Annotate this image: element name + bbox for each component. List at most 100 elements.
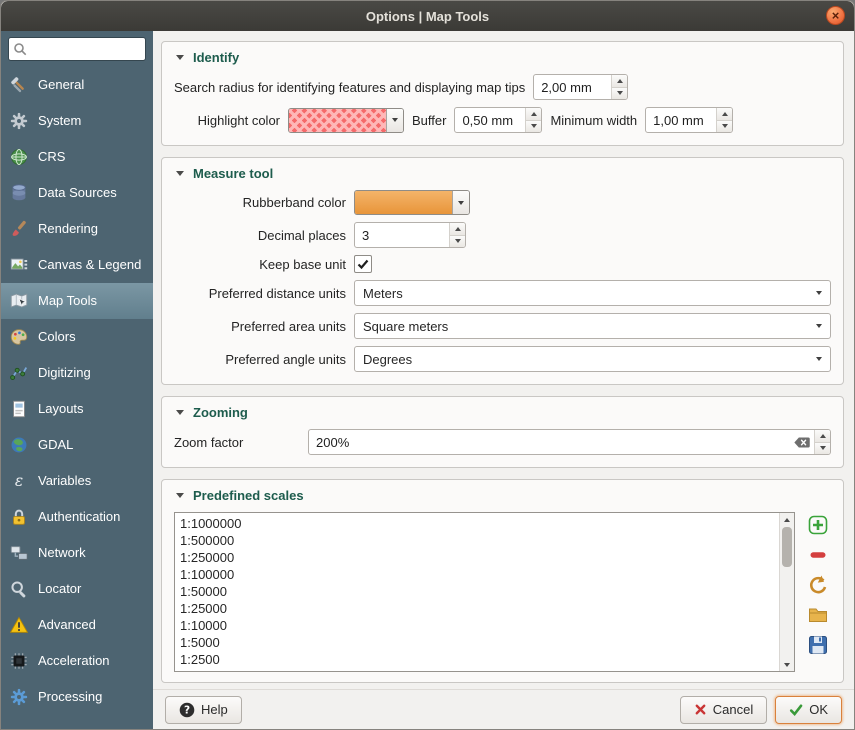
sidebar-item-processing[interactable]: Processing bbox=[1, 679, 153, 715]
svg-text:?: ? bbox=[184, 704, 190, 716]
decimal-places-input[interactable] bbox=[355, 228, 449, 243]
preferred-angle-units-combo[interactable]: Degrees bbox=[354, 346, 831, 372]
tools-icon bbox=[7, 73, 31, 97]
spin-arrows[interactable] bbox=[716, 108, 732, 132]
scale-list-item[interactable]: 1:1000 bbox=[180, 668, 779, 671]
sidebar-item-locator[interactable]: Locator bbox=[1, 571, 153, 607]
epsilon-icon: ε bbox=[7, 469, 31, 493]
preferred-distance-units-label: Preferred distance units bbox=[174, 286, 346, 301]
scale-list-item[interactable]: 1:25000 bbox=[180, 600, 779, 617]
minimum-width-label: Minimum width bbox=[550, 113, 637, 128]
scale-list-item[interactable]: 1:100000 bbox=[180, 566, 779, 583]
scrollbar-thumb[interactable] bbox=[782, 527, 792, 567]
sidebar-item-rendering[interactable]: Rendering bbox=[1, 211, 153, 247]
scales-list: 1:1000000 1:500000 1:250000 1:100000 1:5… bbox=[174, 512, 795, 672]
remove-scale-button[interactable] bbox=[805, 542, 831, 568]
rubberband-color-swatch bbox=[355, 191, 452, 214]
sidebar-item-general[interactable]: General bbox=[1, 67, 153, 103]
scale-list-item[interactable]: 1:2500 bbox=[180, 651, 779, 668]
cancel-button[interactable]: Cancel bbox=[680, 696, 767, 724]
lock-icon bbox=[7, 505, 31, 529]
scale-list-item[interactable]: 1:5000 bbox=[180, 634, 779, 651]
sidebar-item-acceleration[interactable]: Acceleration bbox=[1, 643, 153, 679]
sidebar-item-data-sources[interactable]: Data Sources bbox=[1, 175, 153, 211]
export-scales-button[interactable] bbox=[805, 632, 831, 658]
database-icon bbox=[7, 181, 31, 205]
sidebar-item-colors[interactable]: Colors bbox=[1, 319, 153, 355]
sidebar-item-system[interactable]: System bbox=[1, 103, 153, 139]
measure-group-header[interactable]: Measure tool bbox=[176, 166, 831, 181]
zoom-factor-spinbox[interactable] bbox=[308, 429, 831, 455]
scale-list-item[interactable]: 1:1000000 bbox=[180, 515, 779, 532]
sidebar-item-label: Data Sources bbox=[38, 186, 117, 200]
sidebar-item-network[interactable]: Network bbox=[1, 535, 153, 571]
sidebar-item-label: Variables bbox=[38, 474, 91, 488]
add-scale-button[interactable] bbox=[805, 512, 831, 538]
map-tools-panel: Identify Search radius for identifying f… bbox=[153, 31, 854, 689]
sidebar-item-label: CRS bbox=[38, 150, 65, 164]
buffer-input[interactable] bbox=[455, 113, 525, 128]
scale-list-item[interactable]: 1:500000 bbox=[180, 532, 779, 549]
decimal-places-spinbox[interactable] bbox=[354, 222, 466, 248]
scale-list-item[interactable]: 1:250000 bbox=[180, 549, 779, 566]
reset-scales-button[interactable] bbox=[805, 572, 831, 598]
minimum-width-input[interactable] bbox=[646, 113, 716, 128]
search-input[interactable] bbox=[30, 42, 141, 56]
zoom-factor-input[interactable] bbox=[309, 435, 790, 450]
color-dropdown-icon[interactable] bbox=[452, 191, 469, 214]
preferred-area-units-combo[interactable]: Square meters bbox=[354, 313, 831, 339]
highlight-color-label: Highlight color bbox=[174, 113, 280, 128]
group-title: Measure tool bbox=[193, 166, 273, 181]
minus-icon bbox=[807, 544, 829, 566]
scale-list-item[interactable]: 1:50000 bbox=[180, 583, 779, 600]
close-icon[interactable]: × bbox=[826, 6, 845, 25]
chevron-down-icon bbox=[816, 324, 822, 328]
import-scales-button[interactable] bbox=[805, 602, 831, 628]
scale-list-item[interactable]: 1:10000 bbox=[180, 617, 779, 634]
ok-button[interactable]: OK bbox=[775, 696, 842, 724]
clear-field-icon[interactable] bbox=[790, 430, 814, 454]
scrollbar[interactable] bbox=[779, 513, 794, 671]
sidebar-item-variables[interactable]: ε Variables bbox=[1, 463, 153, 499]
keep-base-unit-checkbox[interactable] bbox=[354, 255, 372, 273]
spin-arrows[interactable] bbox=[814, 430, 830, 454]
sidebar-item-crs[interactable]: CRS bbox=[1, 139, 153, 175]
spin-up-icon bbox=[722, 112, 728, 116]
sidebar-item-canvas-legend[interactable]: Canvas & Legend bbox=[1, 247, 153, 283]
combo-value: Meters bbox=[363, 286, 403, 301]
scroll-down-icon[interactable] bbox=[780, 658, 794, 671]
color-dropdown-icon[interactable] bbox=[386, 109, 403, 132]
highlight-color-button[interactable] bbox=[288, 108, 404, 133]
group-title: Zooming bbox=[193, 405, 248, 420]
spin-down-icon bbox=[531, 124, 537, 128]
rubberband-color-button[interactable] bbox=[354, 190, 470, 215]
sidebar-search[interactable] bbox=[8, 37, 146, 61]
sidebar-item-map-tools[interactable]: Map Tools bbox=[1, 283, 153, 319]
buffer-spinbox[interactable] bbox=[454, 107, 542, 133]
search-radius-spinbox[interactable] bbox=[533, 74, 628, 100]
globe-crs-icon bbox=[7, 145, 31, 169]
help-button[interactable]: ? Help bbox=[165, 696, 242, 724]
identify-group-header[interactable]: Identify bbox=[176, 50, 831, 65]
sidebar-item-layouts[interactable]: Layouts bbox=[1, 391, 153, 427]
spin-arrows[interactable] bbox=[449, 223, 465, 247]
scrollbar-track[interactable] bbox=[780, 526, 794, 658]
undo-arrow-icon bbox=[807, 574, 829, 596]
sidebar-item-label: Network bbox=[38, 546, 86, 560]
spin-arrows[interactable] bbox=[611, 75, 627, 99]
sidebar-item-label: Acceleration bbox=[38, 654, 110, 668]
sidebar-item-gdal[interactable]: GDAL bbox=[1, 427, 153, 463]
zooming-group-header[interactable]: Zooming bbox=[176, 405, 831, 420]
sidebar-item-digitizing[interactable]: Digitizing bbox=[1, 355, 153, 391]
collapse-arrow-icon bbox=[176, 410, 184, 415]
sidebar-item-authentication[interactable]: Authentication bbox=[1, 499, 153, 535]
search-radius-input[interactable] bbox=[534, 80, 611, 95]
checkmark-icon bbox=[356, 257, 370, 271]
titlebar[interactable]: Options | Map Tools × bbox=[1, 1, 854, 31]
minimum-width-spinbox[interactable] bbox=[645, 107, 733, 133]
spin-arrows[interactable] bbox=[525, 108, 541, 132]
scales-group-header[interactable]: Predefined scales bbox=[176, 488, 831, 503]
scroll-up-icon[interactable] bbox=[780, 513, 794, 526]
preferred-distance-units-combo[interactable]: Meters bbox=[354, 280, 831, 306]
sidebar-item-advanced[interactable]: Advanced bbox=[1, 607, 153, 643]
